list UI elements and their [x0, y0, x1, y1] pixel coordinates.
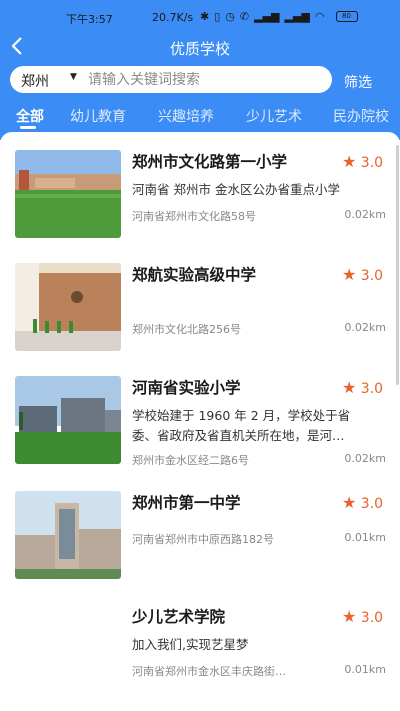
search-bar: 郑州 ▼: [10, 66, 332, 93]
header-bar: 下午3:57 20.7K/s ✱ ▯ ◷ ✆ ▂▄▆ ▂▄▆ ◠ 80 优质学校…: [0, 0, 400, 140]
school-description: 学校始建于 1960 年 2 月，学校处于省委、省政府及省直机关所在地，是河…: [132, 408, 351, 443]
school-photo: [15, 150, 121, 238]
rating: ★ 3.0: [342, 493, 383, 512]
status-network-speed: 20.7K/s: [152, 11, 194, 24]
status-bar: 下午3:57 20.7K/s ✱ ▯ ◷ ✆ ▂▄▆ ▂▄▆ ◠ 80: [0, 8, 400, 28]
school-distance: 0.02km: [344, 208, 386, 221]
school-description: 河南省 郑州市 金水区公办省重点小学: [132, 182, 340, 197]
school-name: 少儿艺术学院: [132, 608, 226, 626]
filter-button[interactable]: 筛选: [344, 72, 372, 92]
school-name: 河南省实验小学: [132, 379, 241, 397]
star-icon: ★: [342, 378, 357, 397]
battery-icon: 80: [335, 11, 358, 22]
rating: ★ 3.0: [342, 152, 383, 171]
caret-down-icon[interactable]: ▼: [70, 72, 77, 82]
school-photo: [15, 491, 121, 579]
school-address: 郑州市金水区经二路6号: [132, 454, 249, 467]
scrollbar[interactable]: [396, 145, 399, 385]
signal-icon: ▂▄▆: [254, 10, 280, 23]
page-title: 优质学校: [169, 40, 230, 58]
school-photo: [15, 376, 121, 464]
rating-value: 3.0: [360, 268, 384, 284]
list-item[interactable]: 郑州市文化路第一小学 ★ 3.0 河南省 郑州市 金水区公办省重点小学 河南省郑…: [0, 132, 400, 242]
nav-bar: 优质学校: [0, 34, 400, 62]
rating-value: 3.0: [360, 381, 384, 397]
tab-private-schools[interactable]: 民办院校: [333, 106, 389, 126]
active-tab-indicator: [20, 126, 36, 129]
list-item[interactable]: 郑州市第一中学 ★ 3.0 河南省郑州市中原西路182号 0.01km: [0, 473, 400, 583]
tab-interest[interactable]: 兴趣培养: [158, 106, 214, 126]
call-icon: ✆: [239, 10, 250, 23]
rating-value: 3.0: [360, 610, 384, 626]
signal-2-icon: ▂▄▆: [284, 10, 310, 23]
rating: ★ 3.0: [342, 607, 383, 626]
status-time: 下午3:57: [66, 13, 113, 26]
tab-early-education[interactable]: 幼儿教育: [70, 106, 126, 126]
rating: ★ 3.0: [342, 378, 383, 397]
school-name: 郑州市第一中学: [132, 494, 241, 512]
search-input[interactable]: [88, 70, 324, 90]
school-distance: 0.02km: [344, 321, 386, 334]
rating-value: 3.0: [360, 496, 384, 512]
school-name: 郑航实验高级中学: [132, 266, 257, 284]
rating: ★ 3.0: [342, 265, 383, 284]
school-address: 河南省郑州市中原西路182号: [132, 533, 274, 546]
bluetooth-icon: ✱: [200, 10, 210, 23]
category-tabs: 全部 幼儿教育 兴趣培养 少儿艺术 民办院校: [0, 104, 400, 132]
list-item[interactable]: 郑航实验高级中学 ★ 3.0 郑州市文化北路256号 0.02km: [0, 245, 400, 355]
star-icon: ★: [342, 493, 357, 512]
school-distance: 0.01km: [344, 663, 386, 676]
school-photo: [15, 263, 121, 351]
vibrate-icon: ▯: [214, 10, 221, 23]
wifi-icon: ◠: [314, 10, 325, 23]
star-icon: ★: [342, 265, 357, 284]
status-icons: ✱ ▯ ◷ ✆ ▂▄▆ ▂▄▆ ◠ 80: [200, 10, 358, 23]
school-address: 河南省郑州市金水区丰庆路街…: [132, 665, 286, 678]
star-icon: ★: [342, 152, 357, 171]
alarm-icon: ◷: [225, 10, 235, 23]
city-selector[interactable]: 郑州: [21, 71, 49, 91]
list-item[interactable]: 少儿艺术学院 ★ 3.0 加入我们,实现艺星梦 河南省郑州市金水区丰庆路街… 0…: [0, 587, 400, 697]
star-icon: ★: [342, 607, 357, 626]
school-distance: 0.01km: [344, 531, 386, 544]
list-item[interactable]: 河南省实验小学 ★ 3.0 学校始建于 1960 年 2 月，学校处于省委、省政…: [0, 358, 400, 468]
school-distance: 0.02km: [344, 452, 386, 465]
school-address: 郑州市文化北路256号: [132, 323, 241, 336]
school-list: 郑州市文化路第一小学 ★ 3.0 河南省 郑州市 金水区公办省重点小学 河南省郑…: [0, 132, 400, 711]
rating-value: 3.0: [360, 155, 384, 171]
tab-children-art[interactable]: 少儿艺术: [246, 106, 302, 126]
school-name: 郑州市文化路第一小学: [132, 153, 288, 171]
school-description: 加入我们,实现艺星梦: [132, 637, 249, 652]
tab-all[interactable]: 全部: [16, 106, 44, 126]
school-address: 河南省郑州市文化路58号: [132, 210, 256, 223]
